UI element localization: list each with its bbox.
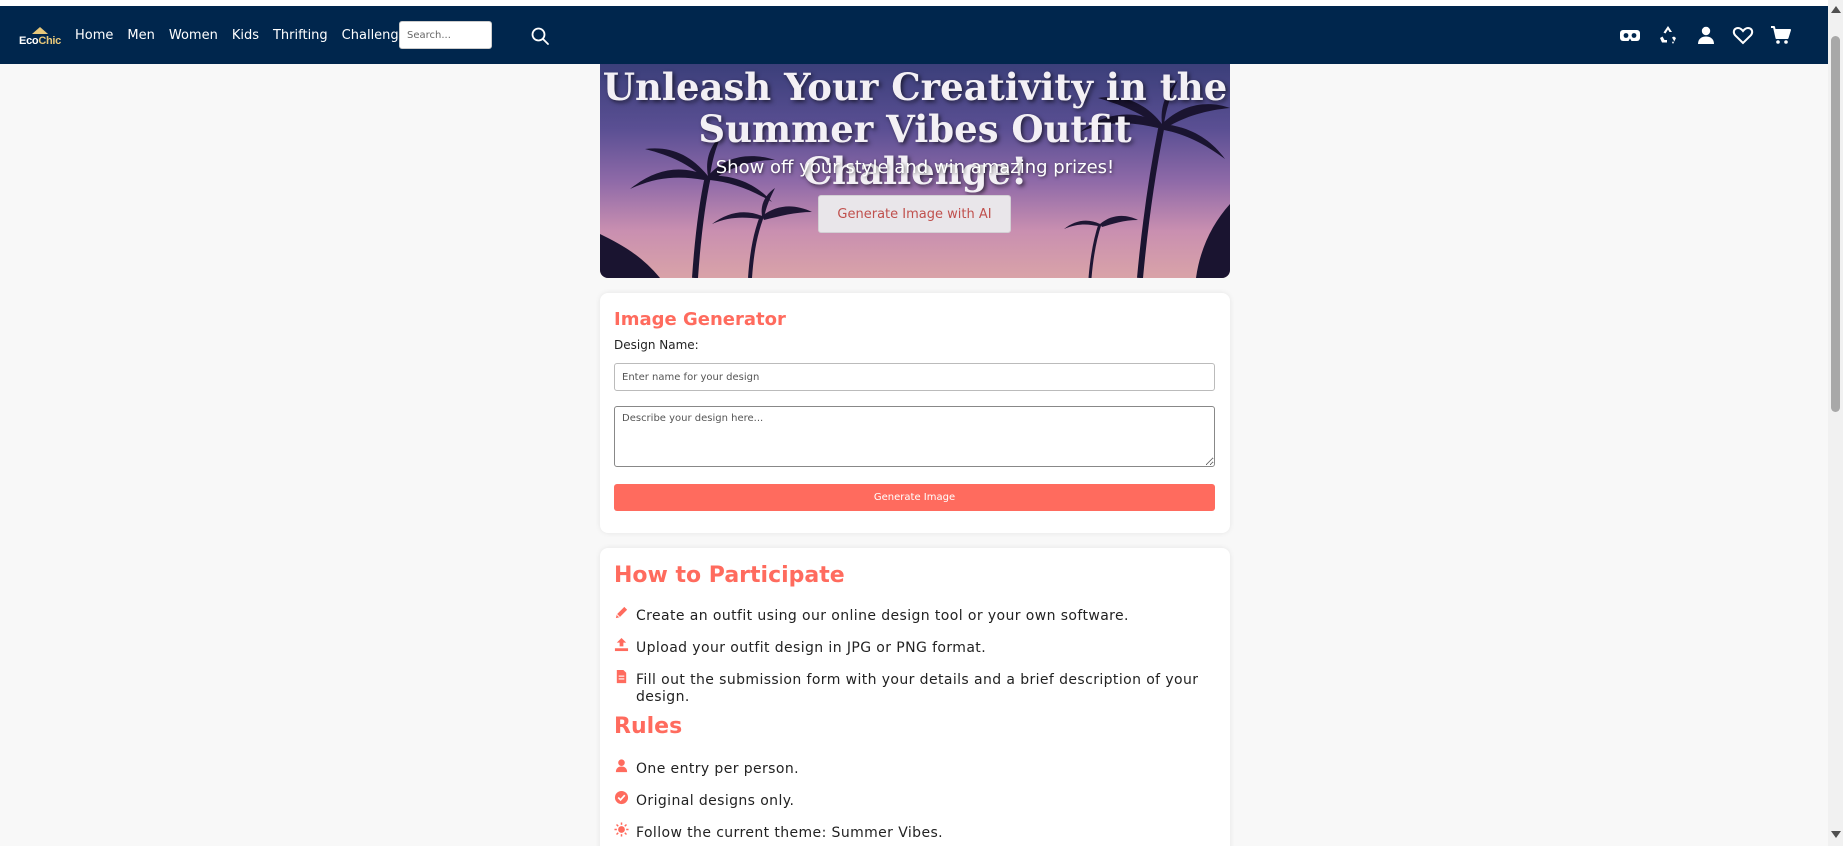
navbar: EcoChic Home Men Women Kids Thrifting Ch…	[0, 6, 1828, 64]
person-icon	[614, 758, 629, 773]
image-generator-title: Image Generator	[614, 309, 786, 330]
nav-link-home[interactable]: Home	[75, 28, 113, 43]
sun-icon	[614, 822, 629, 837]
rule-item-text: One entry per person.	[636, 761, 799, 777]
heart-icon[interactable]	[1731, 23, 1755, 47]
nav-link-men[interactable]: Men	[127, 28, 154, 43]
logo[interactable]: EcoChic	[18, 23, 62, 51]
logo-text: EcoChic	[19, 35, 61, 47]
rule-item: One entry per person.	[614, 758, 1204, 778]
rule-item: Original designs only.	[614, 790, 1204, 810]
participate-step: Fill out the submission form with your d…	[614, 669, 1204, 706]
hero-title-line-1: Unleash Your Creativity in the	[602, 65, 1228, 109]
rule-item: Follow the current theme: Summer Vibes.	[614, 822, 1204, 842]
nav-link-thrifting[interactable]: Thrifting	[273, 28, 328, 43]
pencil-icon	[614, 605, 629, 620]
nav-links: Home Men Women Kids Thrifting Challenges	[75, 6, 427, 64]
participate-step-text: Upload your outfit design in JPG or PNG …	[636, 640, 987, 656]
page-scrollbar[interactable]	[1828, 0, 1843, 846]
participation-card: How to Participate Create an outfit usin…	[600, 548, 1230, 846]
logo-roof-icon	[32, 27, 48, 34]
design-name-input[interactable]	[614, 363, 1215, 391]
recycle-icon[interactable]	[1656, 23, 1680, 47]
hero-subtitle: Show off your style and win amazing priz…	[715, 157, 1115, 178]
participate-step: Create an outfit using our online design…	[614, 605, 1204, 625]
user-icon[interactable]	[1694, 23, 1718, 47]
image-generator-card: Image Generator Design Name: Generate Im…	[600, 293, 1230, 533]
how-to-participate-title: How to Participate	[614, 563, 845, 588]
participate-step: Upload your outfit design in JPG or PNG …	[614, 637, 1204, 657]
nav-link-women[interactable]: Women	[169, 28, 218, 43]
search-icon[interactable]	[530, 26, 550, 46]
search-input[interactable]	[399, 21, 492, 49]
scrollbar-thumb[interactable]	[1831, 36, 1840, 412]
generate-image-ai-button[interactable]: Generate Image with AI	[818, 195, 1011, 233]
rule-item-text: Original designs only.	[636, 793, 795, 809]
vr-headset-icon[interactable]	[1618, 23, 1642, 47]
rule-item-text: Follow the current theme: Summer Vibes.	[636, 825, 943, 841]
rules-title: Rules	[614, 714, 683, 739]
hero-banner: Unleash Your Creativity in the Summer Vi…	[600, 64, 1230, 278]
check-circle-icon	[614, 790, 629, 805]
hero-title-line-2: Summer Vibes Outfit Challenge!	[698, 107, 1132, 193]
document-icon	[614, 669, 629, 684]
participate-step-text: Create an outfit using our online design…	[636, 608, 1129, 624]
upload-icon	[614, 637, 629, 652]
participate-step-text: Fill out the submission form with your d…	[636, 672, 1199, 705]
generate-image-button[interactable]: Generate Image	[614, 484, 1215, 511]
cart-icon[interactable]	[1769, 23, 1793, 47]
design-description-textarea[interactable]	[614, 406, 1215, 467]
scroll-up-arrow-icon[interactable]	[1831, 6, 1841, 13]
scroll-down-arrow-icon[interactable]	[1831, 831, 1841, 838]
design-name-label: Design Name:	[614, 338, 699, 352]
nav-link-kids[interactable]: Kids	[232, 28, 259, 43]
